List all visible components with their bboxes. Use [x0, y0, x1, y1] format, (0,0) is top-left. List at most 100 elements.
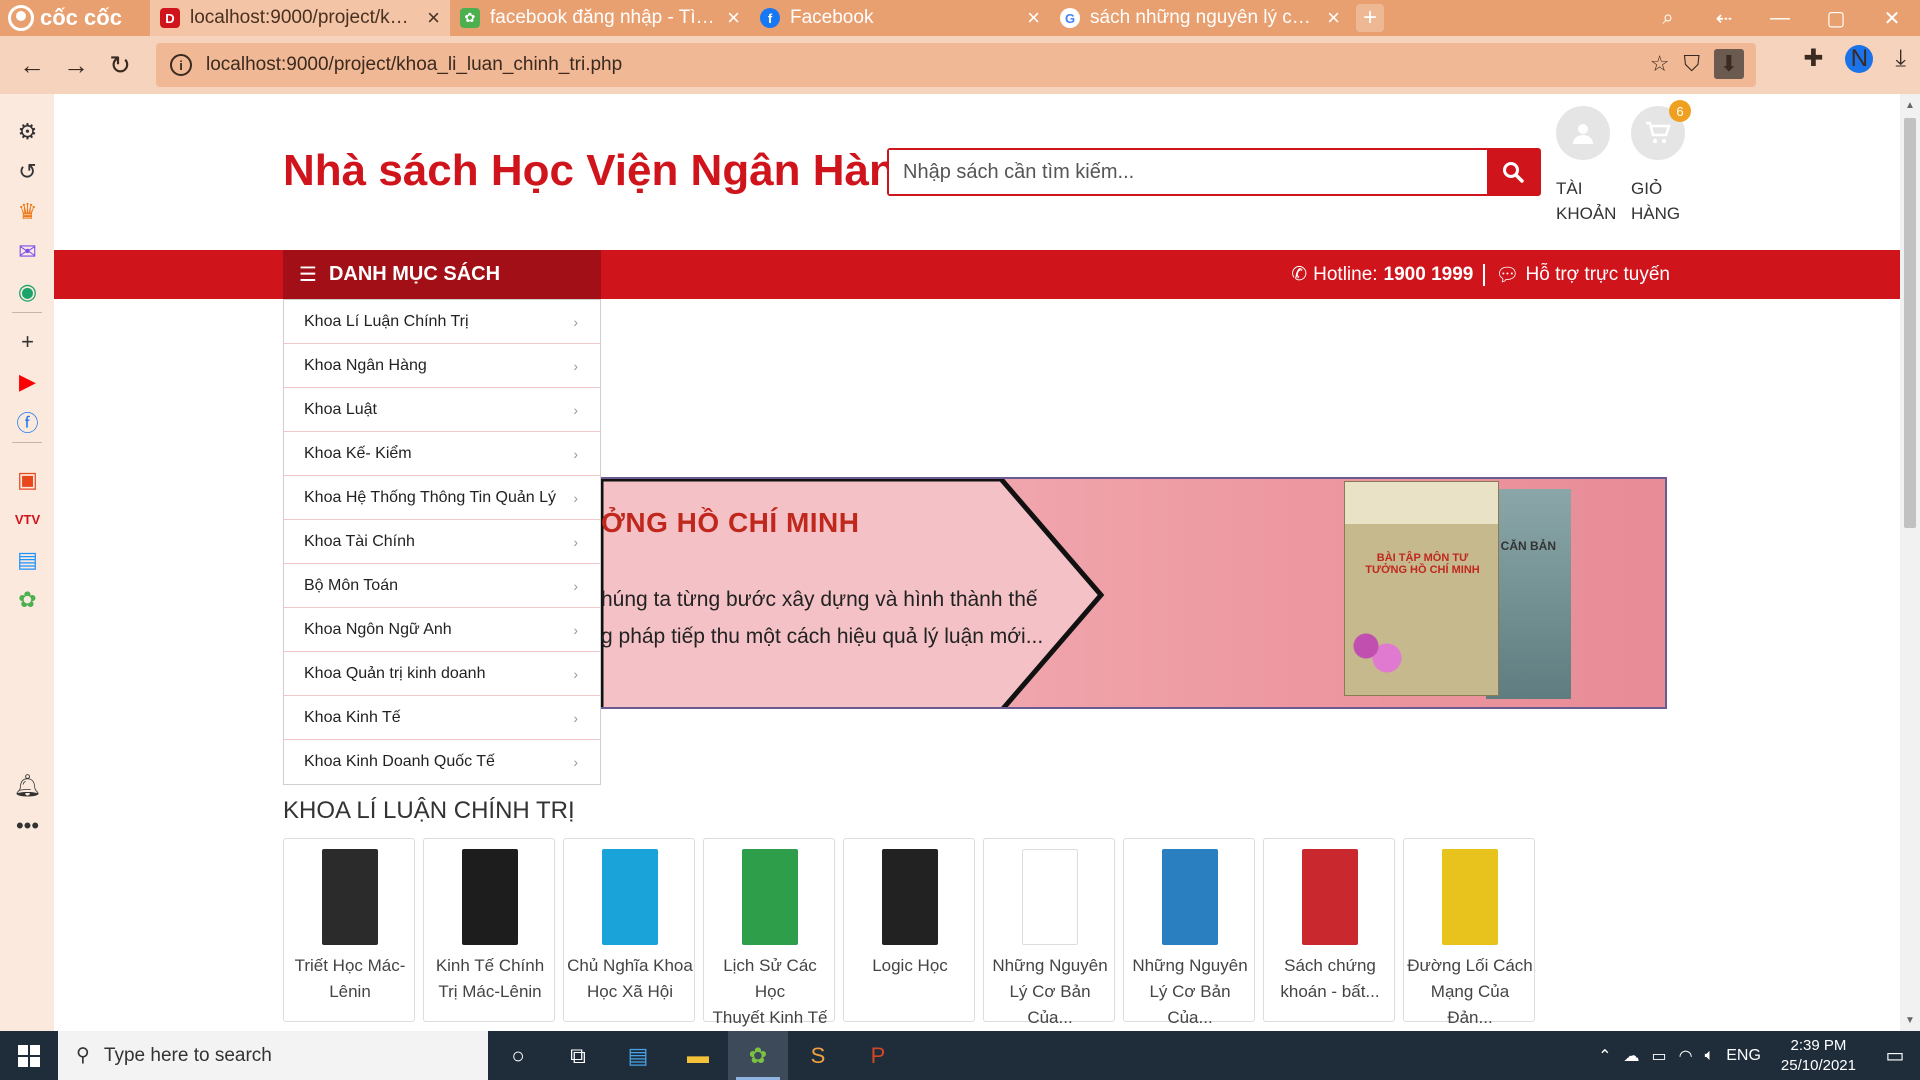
tiki-icon[interactable]: ▤	[14, 546, 41, 573]
category-item[interactable]: Khoa Tài Chính ›	[284, 520, 600, 564]
online-support-link[interactable]: Hỗ trợ trực tuyến	[1526, 264, 1671, 286]
youtube-icon[interactable]: ▶	[14, 368, 41, 395]
scroll-down-icon[interactable]: ▼	[1900, 1011, 1920, 1029]
cortana-icon[interactable]: ○	[488, 1031, 548, 1080]
close-tab-icon[interactable]: ×	[727, 7, 740, 29]
category-item[interactable]: Khoa Hệ Thống Thông Tin Quản Lý ›	[284, 476, 600, 520]
product-name[interactable]: Logic Học	[846, 953, 974, 979]
close-window-button[interactable]: ✕	[1864, 0, 1920, 36]
product-name[interactable]: Triết Học Mác- Lênin	[286, 953, 414, 1005]
category-item[interactable]: Khoa Quản trị kinh doanh ›	[284, 652, 600, 696]
close-tab-icon[interactable]: ×	[1327, 7, 1340, 29]
file-explorer-icon[interactable]: ▬	[668, 1031, 728, 1080]
product-card[interactable]: Những Nguyên Lý Cơ Bản Của...	[983, 838, 1115, 1027]
volume-icon[interactable]: 🔈︎	[1699, 1047, 1721, 1065]
product-name[interactable]: Chủ Nghĩa Khoa Học Xã Hội	[566, 953, 694, 1005]
category-menu-button[interactable]: ☰ DANH MỤC SÁCH	[283, 250, 601, 299]
forward-button[interactable]: →	[54, 43, 98, 87]
book-cover-image[interactable]	[1162, 849, 1218, 945]
sublime-text-icon[interactable]: S	[788, 1031, 848, 1080]
cart-button[interactable]: 6 GIỎ HÀNG	[1631, 100, 1711, 226]
book-cover-image[interactable]	[602, 849, 658, 945]
search-input[interactable]	[889, 150, 1487, 194]
crown-icon[interactable]: ♛	[14, 198, 41, 225]
hotline-number[interactable]: 1900 1999	[1384, 264, 1474, 286]
product-card[interactable]: Sách chứng khoán - bất...	[1263, 838, 1395, 1022]
more-options-icon[interactable]: •••	[14, 812, 41, 839]
tab-localhost[interactable]: D localhost:9000/project/khoa_ ×	[150, 0, 450, 36]
vtv-icon[interactable]: VTV	[14, 506, 41, 533]
product-card[interactable]: Đường Lối Cách Mạng Của Đản...	[1403, 838, 1535, 1027]
account-button[interactable]: TÀI KHOẢN	[1556, 106, 1636, 226]
product-name[interactable]: Lịch Sử Các Học Thuyết Kinh Tế	[706, 953, 834, 1031]
close-tab-icon[interactable]: ×	[1027, 7, 1040, 29]
product-name[interactable]: Đường Lối Cách Mạng Của Đản...	[1406, 953, 1534, 1031]
product-card[interactable]: Triết Học Mác- Lênin	[283, 838, 415, 1022]
tab-search-icon[interactable]: ⌕	[1640, 0, 1696, 36]
site-info-icon[interactable]: i	[170, 54, 192, 76]
settings-gear-icon[interactable]: ⚙	[14, 118, 41, 145]
gamepad-icon[interactable]: ◉	[14, 278, 41, 305]
book-cover-image[interactable]	[462, 849, 518, 945]
battery-icon[interactable]: ▭	[1646, 1046, 1673, 1066]
product-name[interactable]: Kinh Tế Chính Trị Mác-Lênin	[426, 953, 554, 1005]
download-video-icon[interactable]: ⬇	[1714, 49, 1744, 79]
chevron-up-icon[interactable]: ⌃	[1592, 1046, 1617, 1066]
profile-avatar[interactable]: N	[1845, 44, 1874, 73]
category-item[interactable]: Khoa Kinh Tế ›	[284, 696, 600, 740]
book-cover-image[interactable]	[742, 849, 798, 945]
task-view-icon[interactable]: ⧉	[548, 1031, 608, 1080]
product-name[interactable]: Sách chứng khoán - bất...	[1266, 953, 1394, 1005]
banner-slider[interactable]: ỞNG HỒ CHÍ MINH húng ta từng bước xây dự…	[601, 351, 1670, 777]
history-icon[interactable]: ↺	[14, 158, 41, 185]
book-cover-image[interactable]	[322, 849, 378, 945]
reload-button[interactable]: ↻	[98, 43, 142, 87]
omnibox[interactable]: i localhost:9000/project/khoa_li_luan_ch…	[156, 43, 1756, 87]
category-item[interactable]: Khoa Ngôn Ngữ Anh ›	[284, 608, 600, 652]
shield-icon[interactable]: ⛉	[1683, 51, 1700, 77]
product-card[interactable]: Những Nguyên Lý Cơ Bản Của...	[1123, 838, 1255, 1027]
shopee-icon[interactable]: ▣	[14, 466, 41, 493]
coccoc-taskbar-icon[interactable]: ✿	[728, 1031, 788, 1080]
start-button[interactable]	[0, 1031, 58, 1080]
tab-facebook[interactable]: f Facebook ×	[750, 0, 1050, 36]
book-cover-image[interactable]	[1022, 849, 1078, 945]
outlook-icon[interactable]: ▤	[608, 1031, 668, 1080]
browser-brand[interactable]: cốc cốc	[0, 0, 150, 36]
site-title[interactable]: Nhà sách Học Viện Ngân Hàng	[283, 146, 923, 196]
onedrive-icon[interactable]: ☁	[1618, 1046, 1646, 1066]
category-item[interactable]: Khoa Kinh Doanh Quốc Tế ›	[284, 740, 600, 784]
powerpoint-icon[interactable]: P	[848, 1031, 908, 1080]
category-item[interactable]: Khoa Lí Luận Chính Trị ›	[284, 300, 600, 344]
book-cover-image[interactable]	[1442, 849, 1498, 945]
product-card[interactable]: Kinh Tế Chính Trị Mác-Lênin	[423, 838, 555, 1022]
tab-facebook-search[interactable]: ✿ facebook đăng nhập - Tìm v ×	[450, 0, 750, 36]
facebook-icon[interactable]: ⓕ	[14, 408, 41, 436]
notification-bell-icon[interactable]: 🔔︎	[14, 772, 42, 799]
new-tab-button[interactable]: +	[1356, 4, 1384, 32]
add-shortcut-icon[interactable]: +	[14, 328, 41, 355]
page-scrollbar[interactable]: ▲ ▼	[1900, 94, 1920, 1031]
product-card[interactable]: Chủ Nghĩa Khoa Học Xã Hội	[563, 838, 695, 1022]
language-indicator[interactable]: ENG	[1720, 1047, 1767, 1065]
category-item[interactable]: Khoa Ngân Hàng ›	[284, 344, 600, 388]
category-item[interactable]: Bộ Môn Toán ›	[284, 564, 600, 608]
minimize-button[interactable]: —	[1752, 0, 1808, 36]
search-button[interactable]	[1487, 150, 1539, 194]
product-card[interactable]: Logic Học	[843, 838, 975, 1022]
product-name[interactable]: Những Nguyên Lý Cơ Bản Của...	[986, 953, 1114, 1031]
product-card[interactable]: Lịch Sử Các Học Thuyết Kinh Tế	[703, 838, 835, 1027]
banner-slide[interactable]: ỞNG HỒ CHÍ MINH húng ta từng bước xây dự…	[601, 477, 1667, 709]
back-arrow-icon[interactable]: ⇠	[1696, 0, 1752, 36]
coccoc-games-icon[interactable]: ✿	[14, 586, 41, 613]
scrollbar-thumb[interactable]	[1904, 118, 1916, 528]
book-cover-image[interactable]	[1302, 849, 1358, 945]
book-cover-image[interactable]	[882, 849, 938, 945]
product-name[interactable]: Những Nguyên Lý Cơ Bản Của...	[1126, 953, 1254, 1031]
category-item[interactable]: Khoa Kế- Kiểm ›	[284, 432, 600, 476]
downloads-icon[interactable]: ⤓	[1895, 45, 1906, 73]
wifi-icon[interactable]: ◠	[1673, 1046, 1699, 1066]
extensions-icon[interactable]: ✚	[1803, 44, 1823, 73]
maximize-button[interactable]: ▢	[1808, 0, 1864, 36]
category-item[interactable]: Khoa Luật ›	[284, 388, 600, 432]
